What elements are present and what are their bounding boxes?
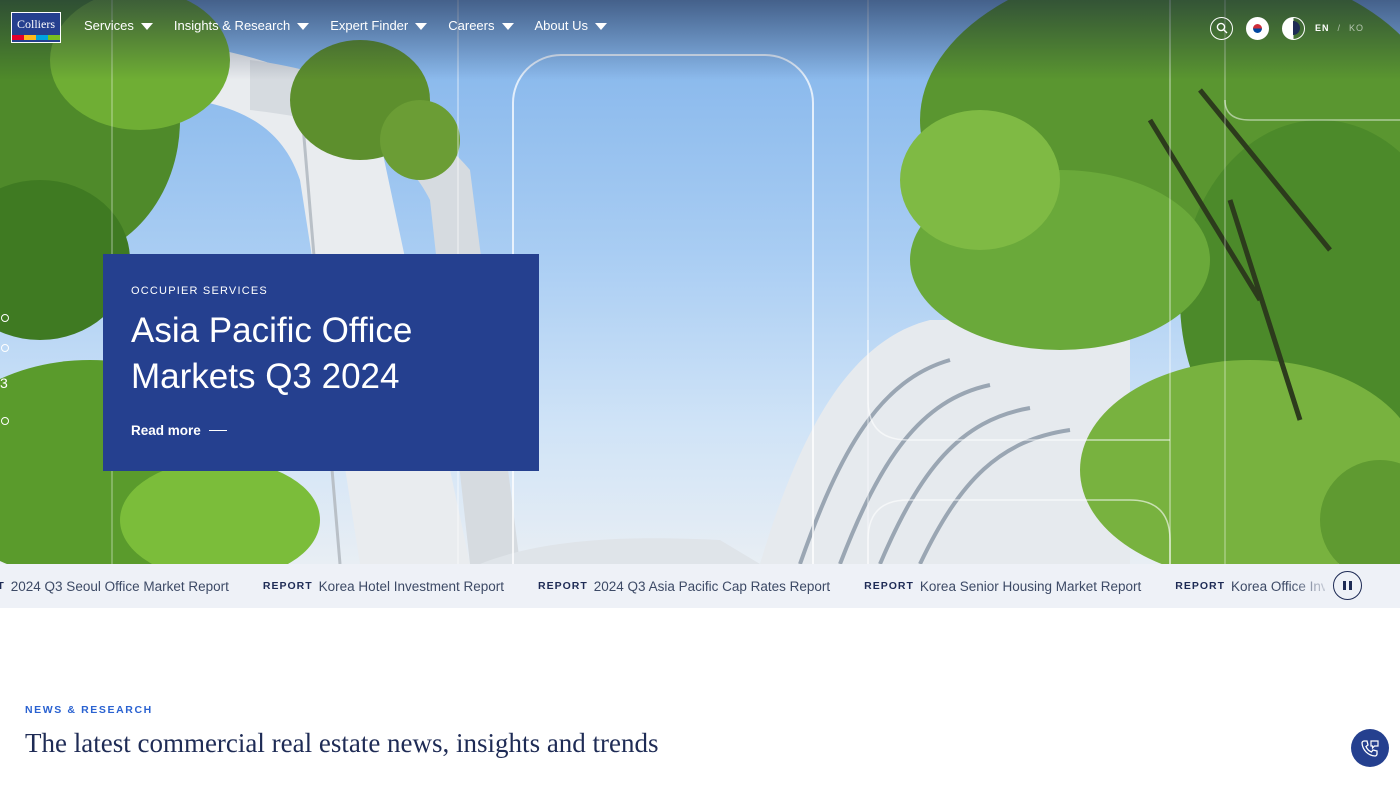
contact-button[interactable]: [1351, 729, 1389, 767]
report-ticker: REPORT 2024 Q3 Seoul Office Market Report…: [0, 564, 1400, 608]
ticker-text: Korea Senior Housing Market Report: [919, 578, 1142, 594]
nav-label: Insights & Research: [173, 18, 291, 33]
caret-down-icon: [415, 23, 428, 30]
nav-label: About Us: [534, 18, 588, 33]
nav-item-about-us[interactable]: About Us: [535, 18, 607, 33]
nav-item-insights-research[interactable]: Insights & Research: [173, 18, 310, 33]
read-more-line-icon: [208, 430, 227, 431]
logo-stripe: [12, 35, 60, 40]
colliers-logo[interactable]: Colliers: [11, 12, 61, 43]
slide-pagination: 3: [0, 312, 14, 432]
phone-chat-icon: [1361, 740, 1379, 757]
search-button[interactable]: [1210, 16, 1233, 40]
ticker-text: Korea Hotel Investment Report: [318, 578, 504, 594]
search-icon: [1216, 22, 1227, 34]
hero-banner: 3 OCCUPIER SERVICES Asia Pacific Office …: [0, 0, 1400, 564]
ticker-kind: REPORT: [538, 580, 588, 592]
nav-utilities: EN / KO: [1210, 16, 1364, 40]
ticker-kind: REPORT: [262, 580, 313, 592]
nav-item-services[interactable]: Services: [84, 18, 153, 33]
active-slide-number[interactable]: 3: [0, 375, 8, 391]
read-more-link[interactable]: Read more: [131, 423, 227, 438]
ticker-kind: REPORT: [1175, 580, 1226, 592]
caret-down-icon: [140, 23, 153, 30]
ticker-text: 2024 Q3 Asia Pacific Cap Rates Report: [593, 578, 831, 594]
card-eyebrow: OCCUPIER SERVICES: [131, 285, 268, 297]
nav-item-expert-finder[interactable]: Expert Finder: [330, 18, 428, 33]
section-headline: The latest commercial real estate news, …: [25, 728, 659, 758]
ticker-item[interactable]: REPORT 2024 Q3 Seoul Office Market Report: [0, 579, 229, 594]
caret-down-icon: [501, 23, 514, 30]
lang-separator: /: [1337, 23, 1342, 33]
read-more-label: Read more: [131, 423, 201, 438]
top-navigation: Colliers Services Insights & Research Ex…: [0, 0, 1400, 56]
slide-dot[interactable]: [1, 417, 9, 425]
ticker-text: 2024 Q3 Seoul Office Market Report: [10, 578, 229, 594]
taegeuk-icon: [1253, 23, 1262, 33]
slide-dot[interactable]: [1, 344, 9, 352]
logo-text: Colliers: [17, 17, 55, 31]
nav-label: Careers: [448, 18, 495, 33]
nav-label: Expert Finder: [330, 18, 409, 33]
contrast-toggle-icon[interactable]: [1282, 16, 1305, 40]
section-eyebrow: NEWS & RESEARCH: [25, 704, 153, 716]
ticker-pause-button[interactable]: [1333, 571, 1362, 600]
slide-dot[interactable]: [1, 314, 9, 322]
ticker-kind: REPORT: [0, 580, 5, 592]
ticker-track: REPORT 2024 Q3 Seoul Office Market Report…: [0, 564, 1325, 608]
nav-item-careers[interactable]: Careers: [448, 18, 514, 33]
featured-card: OCCUPIER SERVICES Asia Pacific Office Ma…: [103, 254, 539, 471]
card-title: Asia Pacific Office Markets Q3 2024: [131, 311, 413, 396]
caret-down-icon: [297, 23, 310, 30]
ticker-kind: REPORT: [864, 580, 914, 592]
lang-en[interactable]: EN: [1315, 23, 1330, 33]
ticker-item[interactable]: REPORT 2024 Q3 Asia Pacific Cap Rates Rep…: [538, 579, 830, 594]
pause-icon: [1343, 581, 1352, 590]
ticker-fade: [1290, 564, 1335, 608]
ticker-item[interactable]: REPORT Korea Hotel Investment Report: [263, 579, 504, 594]
korea-flag-icon[interactable]: [1246, 16, 1269, 40]
nav-menu: Services Insights & Research Expert Find…: [84, 18, 628, 33]
ticker-item[interactable]: REPORT Korea Senior Housing Market Report: [864, 579, 1141, 594]
caret-down-icon: [594, 23, 607, 30]
lang-ko[interactable]: KO: [1349, 23, 1364, 33]
nav-label: Services: [84, 18, 134, 33]
